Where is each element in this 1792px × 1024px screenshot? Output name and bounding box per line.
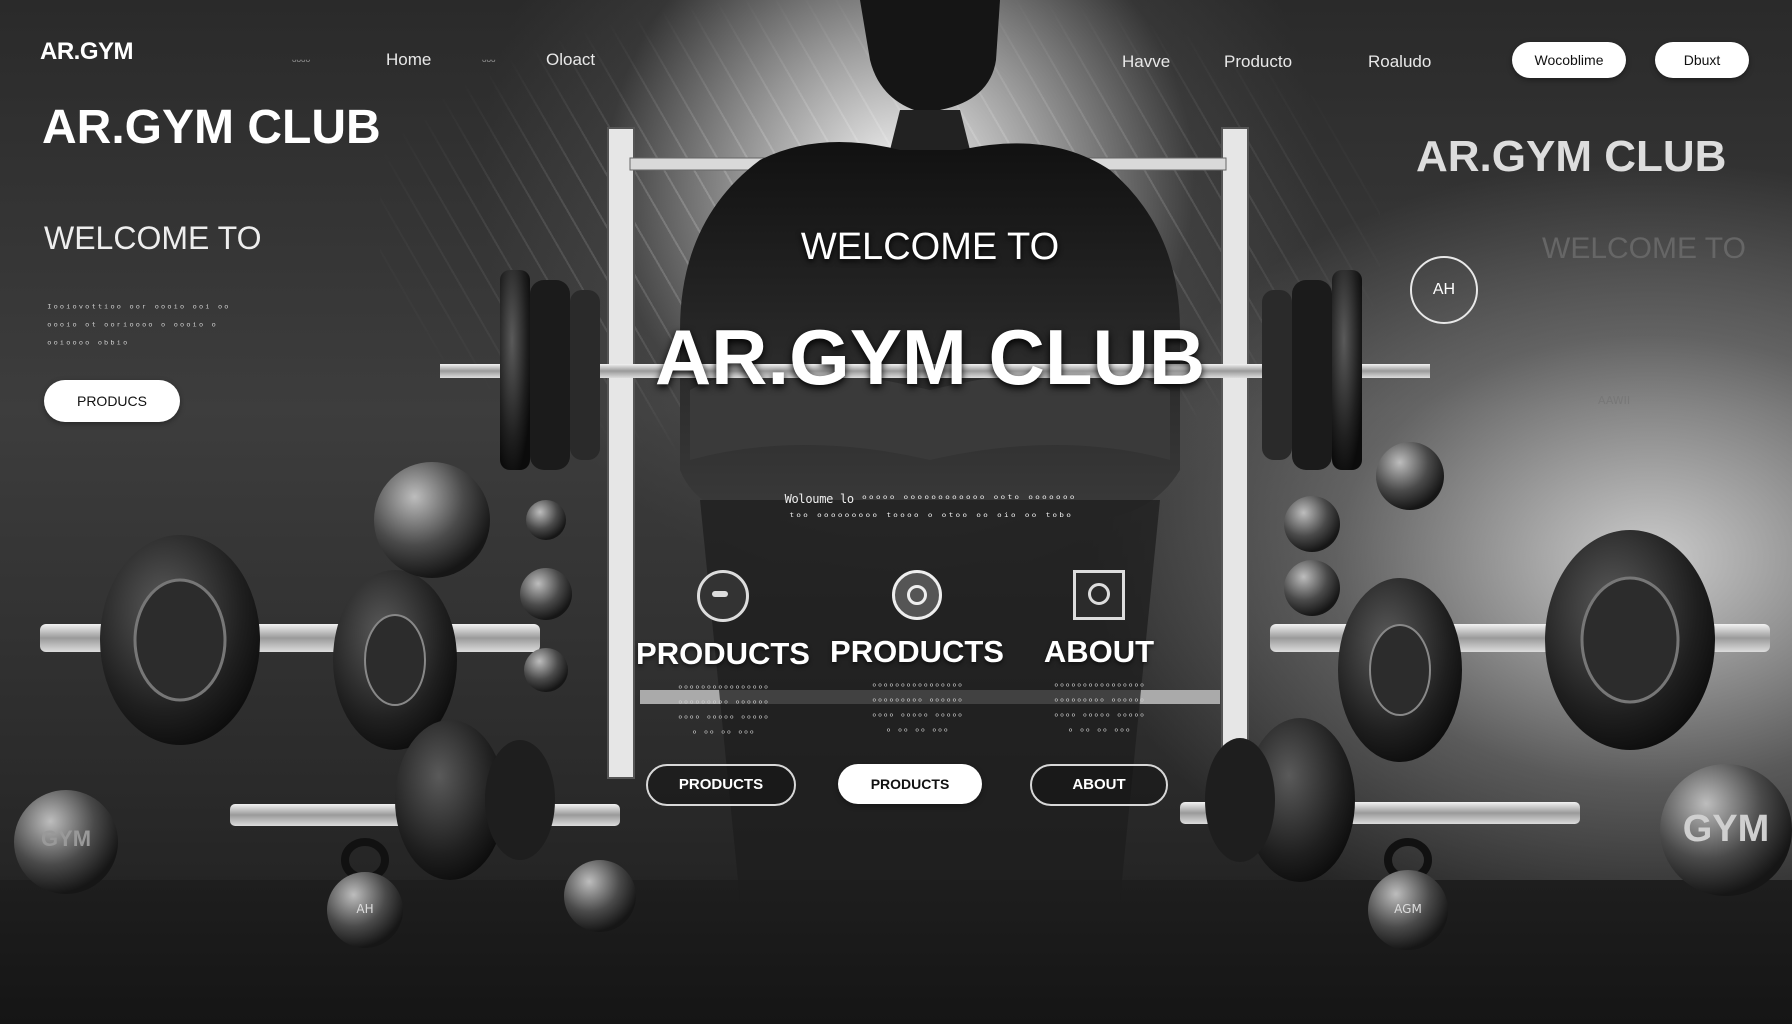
dumbbell-icon [697,570,749,622]
kettlebell-right-shape [1368,838,1448,950]
nav-link-home[interactable]: Home [386,50,431,70]
nav-link-products-2[interactable]: Roaludo [1368,52,1431,72]
section-description: ᵒᵒᵒᵒᵒᵒᵒᵒᵒᵒᵒᵒᵒᵒᵒᵒ ᵒᵒᵒᵒᵒᵒᵒᵒᵒ ᵒᵒᵒᵒᵒᵒ ᵒᵒᵒᵒ ᵒᵒᵒ… [677,684,769,740]
welcome-button[interactable]: Wocoblime [1512,42,1626,78]
right-dumbbell-large [1270,530,1770,762]
section-description: ᵒᵒᵒᵒᵒᵒᵒᵒᵒᵒᵒᵒᵒᵒᵒᵒ ᵒᵒᵒᵒᵒᵒᵒᵒᵒ ᵒᵒᵒᵒᵒᵒ ᵒᵒᵒᵒ ᵒᵒᵒ… [871,682,963,738]
medicine-ball-left [374,462,490,578]
products-button-2[interactable]: PRODUCTS [838,764,982,804]
nav-link-1[interactable]: ᵕᵕᵕᵕ [292,54,310,68]
section-title: PRODUCTS [636,636,810,671]
gym-ball-left-label: GYM [40,826,92,851]
gym-ball-right-label: GYM [1682,808,1770,850]
small-ball-left [564,860,636,932]
right-title: AR.GYM CLUB [1416,132,1727,181]
section-description: ᵒᵒᵒᵒᵒᵒᵒᵒᵒᵒᵒᵒᵒᵒᵒᵒ ᵒᵒᵒᵒᵒᵒᵒᵒᵒ ᵒᵒᵒᵒᵒᵒ ᵒᵒᵒᵒ ᵒᵒᵒ… [1053,682,1145,738]
nav-link-about[interactable]: Oloact [546,50,595,70]
nav-link-home-right[interactable]: Havve [1122,52,1170,72]
hero-welcome: WELCOME TO [800,226,1060,268]
hero-subtitle: Woloume lo ᵒᵒᵒᵒᵒ ᵒᵒᵒᵒᵒᵒᵒᵒᵒᵒᵒᵒ ᵒᵒᵗᵒ ᵒᵒᵒᵒᵒ… [784,492,1076,524]
left-products-button[interactable]: PRODUCS [44,380,180,422]
left-welcome: WELCOME TO [44,220,262,256]
gear-icon [892,570,942,620]
about-button[interactable]: Dbuxt [1655,42,1749,78]
kettlebell-right-label: AGM [1394,902,1422,916]
right-ghost-text: AAWII [1598,394,1631,407]
small-ball-right [1376,442,1444,510]
site-logo[interactable]: AR.GYM [40,38,134,66]
nav-link-3[interactable]: ᵕᵕᵕ [482,54,496,68]
left-title: AR.GYM CLUB [42,101,381,154]
nav-link-products[interactable]: Producto [1224,52,1292,72]
kettlebell-left-label: AH [356,902,374,916]
right-welcome: WELCOME TO [1542,232,1746,265]
gym-logo-icon [1073,570,1125,620]
kettlebell-left-shape [327,838,403,948]
hero-title: AR.GYM CLUB [654,313,1206,401]
about-button-section[interactable]: ABOUT [1030,764,1168,806]
section-title: ABOUT [1043,634,1155,669]
left-description: ᴵᵒᵒⁱᵒᵛᵒᵗᵗⁱᵒᵒ ᵒᵒʳ ᵒᵒᵒⁱᵒ ᵒᵒⁱ ᵒᵒ ᵒᵒᵒⁱᵒ ᵒᵗ ᵒ… [46,302,230,351]
left-dumbbell-small [230,720,620,880]
products-button-1[interactable]: PRODUCTS [646,764,796,806]
section-title: PRODUCTS [830,634,1004,669]
right-logo-badge: AH [1410,256,1478,324]
